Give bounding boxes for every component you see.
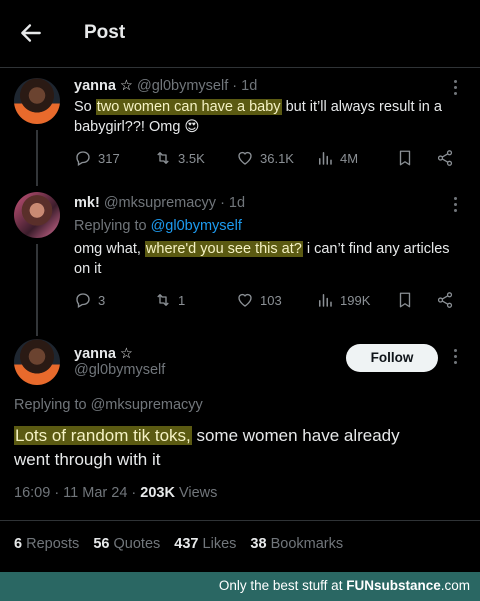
thread-line <box>36 130 38 186</box>
like-button[interactable]: 103 <box>236 291 282 309</box>
display-name[interactable]: yanna ☆ <box>74 78 133 94</box>
repost-button[interactable]: 1 <box>154 291 185 309</box>
bookmark-button[interactable] <box>396 291 414 309</box>
back-arrow-icon[interactable] <box>18 20 44 46</box>
reply-button[interactable]: 3 <box>74 291 105 309</box>
reposts-count[interactable]: 6 <box>14 536 22 552</box>
handle[interactable]: @mksupremacyy <box>104 195 216 211</box>
display-name[interactable]: mk! <box>74 195 100 211</box>
engagement-stats: 6 Reposts 56 Quotes 437 Likes 38 Bookmar… <box>14 536 344 552</box>
bookmark-icon <box>399 292 411 308</box>
top-bar: Post <box>0 0 480 68</box>
post-timestamp: 16:09 · 11 Mar 24 · 203K Views <box>14 485 218 501</box>
views-button[interactable]: 4M <box>316 149 358 167</box>
timestamp[interactable]: · 1d <box>232 78 257 94</box>
handle[interactable]: @gl0bymyself <box>137 78 228 94</box>
avatar[interactable] <box>14 192 60 238</box>
bookmarks-count[interactable]: 38 <box>250 536 266 552</box>
more-options-icon[interactable] <box>452 80 458 98</box>
highlighted-text: Lots of random tik toks, <box>14 426 192 445</box>
heart-icon <box>238 151 252 165</box>
avatar[interactable] <box>14 339 60 385</box>
watermark-text: Only the best stuff at FUNsubstance.com <box>218 578 470 593</box>
highlighted-text: two women can have a baby <box>95 99 282 115</box>
divider <box>0 520 480 521</box>
watermark-banner: Only the best stuff at FUNsubstance.com <box>0 572 480 601</box>
tweet-text-line1: So two women can have a baby but it’ll a… <box>74 99 442 115</box>
action-bar: 317 3.5K 36.1K 4M <box>74 149 464 171</box>
views-icon <box>319 152 332 165</box>
views-button[interactable]: 199K <box>316 291 370 309</box>
tweet-header: yanna ☆ @gl0bymyself · 1d <box>74 76 257 96</box>
repost-icon <box>157 152 169 164</box>
bookmark-button[interactable] <box>396 149 414 167</box>
share-button[interactable] <box>436 291 454 309</box>
tweet-header: mk! @mksupremacyy · 1d <box>74 193 245 213</box>
avatar[interactable] <box>14 78 60 124</box>
reply-icon <box>76 151 90 166</box>
follow-button[interactable]: Follow <box>346 344 438 372</box>
watermark-brand: FUNsubstance <box>346 578 441 593</box>
bookmark-icon <box>399 150 411 166</box>
share-icon <box>437 292 453 308</box>
main-text-line2: went through with it <box>14 450 161 469</box>
replying-to: Replying to @gl0bymyself <box>74 218 242 234</box>
repost-button[interactable]: 3.5K <box>154 149 205 167</box>
thread-line <box>36 244 38 336</box>
more-options-icon[interactable] <box>452 349 458 367</box>
tweet-text-line1: omg what, where'd you see this at? i can… <box>74 241 450 257</box>
tweet-text-line2: on it <box>74 261 102 277</box>
likes-count[interactable]: 437 <box>174 536 198 552</box>
tweet-text-line2: babygirl??! Omg 😍 <box>74 119 200 135</box>
replying-to-link[interactable]: @gl0bymyself <box>151 218 242 234</box>
action-bar: 3 1 103 199K <box>74 291 464 313</box>
main-text-line1: Lots of random tik toks, some women have… <box>14 426 400 445</box>
replying-to: Replying to @mksupremacyy <box>14 397 203 413</box>
reply-icon <box>76 293 90 308</box>
repost-icon <box>157 294 169 306</box>
timestamp[interactable]: · 1d <box>220 195 245 211</box>
share-icon <box>437 150 453 166</box>
more-options-icon[interactable] <box>452 197 458 215</box>
main-handle[interactable]: @gl0bymyself <box>74 360 165 380</box>
quotes-count[interactable]: 56 <box>93 536 109 552</box>
highlighted-text: where'd you see this at? <box>144 241 303 257</box>
like-button[interactable]: 36.1K <box>236 149 294 167</box>
heart-icon <box>238 293 252 307</box>
views-icon <box>319 294 332 307</box>
share-button[interactable] <box>436 149 454 167</box>
reply-button[interactable]: 317 <box>74 149 120 167</box>
page-title: Post <box>84 22 126 43</box>
